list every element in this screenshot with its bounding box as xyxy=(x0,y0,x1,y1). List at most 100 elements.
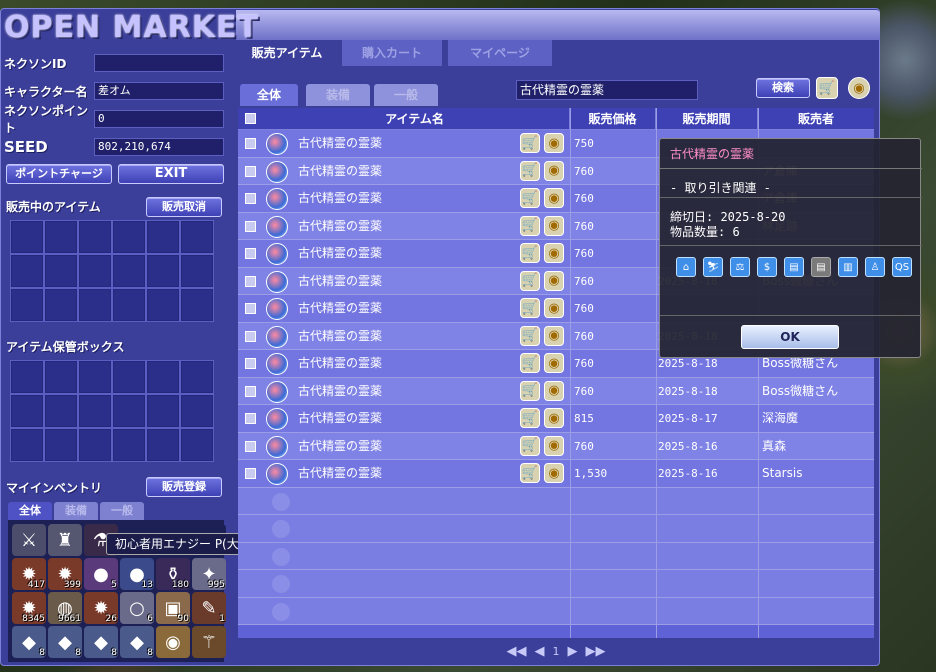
coin-icon[interactable]: ◉ xyxy=(544,270,564,291)
table-row[interactable]: 古代精霊の霊薬 🛒 ◉ 815 2025-8-17 深海魔 xyxy=(238,405,874,433)
search-input[interactable]: 古代精霊の霊薬 xyxy=(516,80,698,100)
row-checkbox[interactable] xyxy=(245,468,256,479)
row-checkbox[interactable] xyxy=(245,385,256,397)
title-bar[interactable] xyxy=(236,10,880,40)
tab-purchase-cart[interactable]: 購入カート xyxy=(342,40,442,66)
inventory-tab-all[interactable]: 全体 xyxy=(8,502,52,520)
row-checkbox[interactable] xyxy=(245,440,256,452)
filter-tab-equipment[interactable]: 装備 xyxy=(306,84,370,106)
coin-icon[interactable]: ◉ xyxy=(544,325,564,346)
nexon-point-row: ネクソンポイント 0 xyxy=(4,104,224,135)
inventory-tab-general[interactable]: 一般 xyxy=(100,502,144,520)
header-period[interactable]: 販売期間 xyxy=(656,108,758,130)
ok-button[interactable]: OK xyxy=(741,325,839,349)
first-page-icon[interactable]: ◀◀ xyxy=(507,644,527,659)
row-checkbox[interactable] xyxy=(245,220,256,232)
inventory-slot[interactable]: ✎ 1 xyxy=(192,592,226,624)
inventory-slot[interactable]: ◆ 8 xyxy=(84,626,118,658)
inventory-slot[interactable]: ○ 6 xyxy=(120,592,154,624)
table-row[interactable]: 古代精霊の霊薬 🛒 ◉ 760 2025-8-16 真森 xyxy=(238,432,874,460)
inventory-slot[interactable]: ◆ 8 xyxy=(48,626,82,658)
inventory-slot[interactable]: ▣ 90 xyxy=(156,592,190,624)
cancel-sale-button[interactable]: 販売取消 xyxy=(146,197,222,217)
gem-icon: ◆ xyxy=(94,631,108,653)
inventory-slot[interactable]: ✹ 26 xyxy=(84,592,118,624)
coin-icon[interactable]: ◉ xyxy=(544,133,564,153)
cart-icon[interactable]: 🛒 xyxy=(520,408,540,428)
last-page-icon[interactable]: ▶▶ xyxy=(586,644,606,659)
coin-icon[interactable]: ◉ xyxy=(544,298,564,318)
inventory-slot[interactable]: ◉ xyxy=(156,626,190,658)
cart-icon[interactable]: 🛒 xyxy=(520,215,540,236)
inventory-slot[interactable]: ◆ 8 xyxy=(120,626,154,658)
cart-icon[interactable]: 🛒 xyxy=(520,243,540,263)
prev-page-icon[interactable]: ◀ xyxy=(535,644,545,659)
cart-icon[interactable]: 🛒 xyxy=(520,160,540,181)
coin-icon[interactable]: ◉ xyxy=(544,188,564,208)
coin-icon[interactable]: ◉ xyxy=(544,160,564,181)
point-charge-button[interactable]: ポイントチャージ xyxy=(6,164,112,184)
table-row[interactable]: 古代精霊の霊薬 🛒◉ 760 2025-8-18 Boss微糖さん xyxy=(238,377,874,405)
cart-icon[interactable]: 🛒 xyxy=(520,463,540,483)
coin-icon[interactable]: ◉ xyxy=(848,77,870,99)
inventory-slot[interactable]: ⚱ 180 xyxy=(156,558,190,590)
tab-my-page[interactable]: マイページ xyxy=(448,40,552,66)
next-page-icon[interactable]: ▶ xyxy=(568,644,578,659)
row-checkbox[interactable] xyxy=(245,303,256,314)
row-checkbox[interactable] xyxy=(245,358,256,369)
inventory-slot[interactable]: ✹ 8345 xyxy=(12,592,46,624)
inventory-slot[interactable]: ⚚ xyxy=(192,626,226,658)
coin-icon[interactable]: ◉ xyxy=(544,215,564,236)
header-seller[interactable]: 販売者 xyxy=(758,108,874,130)
header-price[interactable]: 販売価格 xyxy=(570,108,656,130)
item-name: 古代精霊の霊薬 xyxy=(298,438,383,453)
inventory-slot[interactable]: ✦ 995 xyxy=(192,558,226,590)
exit-button[interactable]: EXIT xyxy=(118,164,224,184)
cart-icon[interactable]: 🛒 xyxy=(520,133,540,153)
filter-tab-all[interactable]: 全体 xyxy=(240,84,298,106)
header-item-name[interactable]: アイテム名 xyxy=(260,108,570,130)
coin-icon[interactable]: ◉ xyxy=(544,435,564,456)
item-price: 760 xyxy=(574,219,594,233)
tab-sale-items[interactable]: 販売アイテム xyxy=(238,40,336,66)
inventory-slot[interactable]: ⚔ xyxy=(12,524,46,556)
row-checkbox[interactable] xyxy=(245,138,256,149)
inventory-slot[interactable]: ✹ 399 xyxy=(48,558,82,590)
row-checkbox[interactable] xyxy=(245,330,256,342)
table-row[interactable]: 古代精霊の霊薬 🛒 ◉ 1,530 2025-8-16 Starsis xyxy=(238,460,874,488)
row-checkbox[interactable] xyxy=(245,193,256,204)
search-button[interactable]: 検索 xyxy=(756,78,810,98)
cart-icon[interactable]: 🛒 xyxy=(520,380,540,401)
inventory-slot[interactable]: ● 13 xyxy=(120,558,154,590)
cart-icon[interactable]: 🛒 xyxy=(520,188,540,208)
inventory-slot[interactable]: ● 5 xyxy=(84,558,118,590)
pearl-icon: ○ xyxy=(129,597,145,619)
cart-icon[interactable]: 🛒 xyxy=(520,353,540,373)
filter-tab-general[interactable]: 一般 xyxy=(374,84,438,106)
cart-icon[interactable]: 🛒 xyxy=(520,270,540,291)
coin-icon[interactable]: ◉ xyxy=(544,408,564,428)
cart-icon[interactable]: 🛒 xyxy=(520,435,540,456)
register-sale-button[interactable]: 販売登録 xyxy=(146,477,222,497)
cart-icon[interactable]: 🛒 xyxy=(520,298,540,318)
row-checkbox[interactable] xyxy=(245,165,256,177)
coin-icon[interactable]: ◉ xyxy=(544,380,564,401)
inventory-slot[interactable]: ◍ 9661 xyxy=(48,592,82,624)
select-all-checkbox[interactable] xyxy=(245,113,256,124)
row-checkbox[interactable] xyxy=(245,248,256,259)
row-checkbox[interactable] xyxy=(245,413,256,424)
cart-icon[interactable]: 🛒 xyxy=(520,325,540,346)
coin-icon[interactable]: ◉ xyxy=(544,353,564,373)
inventory-slot[interactable]: ♜ xyxy=(48,524,82,556)
row-checkbox[interactable] xyxy=(245,275,256,287)
inventory-tab-equipment[interactable]: 装備 xyxy=(54,502,98,520)
cart-icon[interactable]: 🛒 xyxy=(816,77,838,99)
item-price: 760 xyxy=(574,439,594,453)
coin-icon[interactable]: ◉ xyxy=(544,243,564,263)
inventory-slot[interactable]: ◆ 8 xyxy=(12,626,46,658)
coin-icon[interactable]: ◉ xyxy=(544,463,564,483)
item-name: 古代精霊の霊薬 xyxy=(298,191,383,205)
ball-icon: ◉ xyxy=(165,631,181,653)
slot-count: 13 xyxy=(141,580,153,590)
inventory-slot[interactable]: ✹ 417 xyxy=(12,558,46,590)
